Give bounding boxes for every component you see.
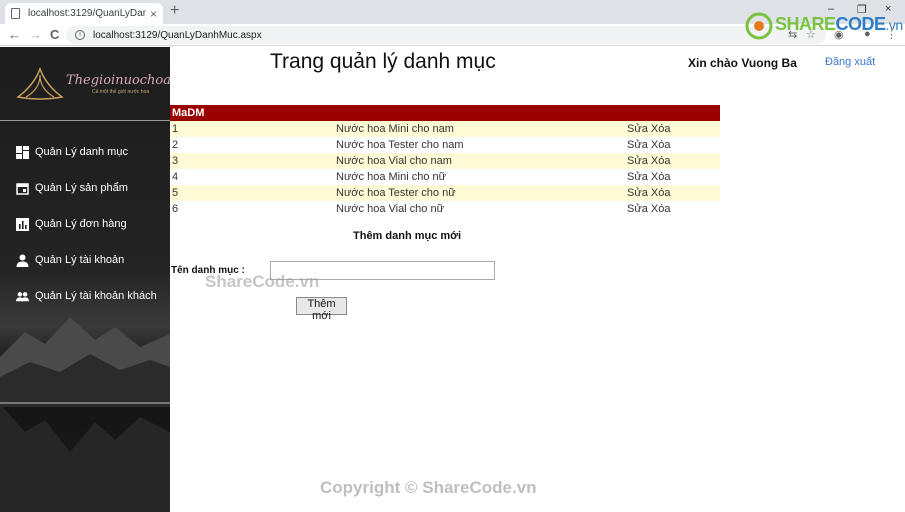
row-name: Nước hoa Tester cho nữ (334, 185, 625, 201)
person-icon (16, 254, 29, 267)
tab-close-icon[interactable]: × (150, 7, 157, 21)
calendar-icon (16, 182, 29, 195)
edit-link[interactable]: Sửa (627, 187, 648, 199)
tab-title: localhost:3129/QuanLyDanhMuc (28, 8, 146, 19)
row-id: 1 (170, 121, 334, 137)
sidebar-item-accounts[interactable]: Quản Lý tài khoản (0, 242, 170, 278)
row-name: Nước hoa Mini cho nữ (336, 171, 446, 183)
row-actions: Sửa Xóa (625, 201, 720, 217)
edit-link[interactable]: Sửa (627, 171, 648, 183)
table-header-row: MaDM (170, 105, 720, 121)
sidebar-item-categories[interactable]: Quản Lý danh mục (0, 134, 170, 170)
edit-link[interactable]: Sửa (627, 123, 648, 135)
sidebar-item-label: Quản Lý tài khoản (35, 254, 125, 266)
table-header-actions (625, 105, 720, 121)
sidebar-nav: Quản Lý danh mục Quản Lý sản phẩm Quản L… (0, 134, 170, 314)
back-button[interactable]: ← (8, 27, 21, 42)
sharecode-brand: SHARECODE.vn (775, 14, 903, 34)
table-row: 1 Nước hoa Mini cho nam Sửa Xóa (170, 121, 720, 137)
row-name: Nước hoa Vial cho nữ (336, 203, 444, 215)
address-url: localhost:3129/QuanLyDanhMuc.aspx (93, 29, 262, 41)
row-id: 4 (172, 171, 179, 183)
row-actions: Sửa Xóa (625, 137, 720, 153)
delete-link[interactable]: Xóa (651, 123, 671, 135)
table-row: 5 Nước hoa Tester cho nữ Sửa Xóa (170, 185, 720, 201)
sidebar-item-label: Quản Lý danh mục (35, 146, 128, 158)
info-icon[interactable]: i (75, 30, 85, 40)
bar-chart-icon (16, 217, 29, 231)
page-title: Trang quản lý danh mục (270, 50, 496, 73)
add-category-title: Thêm danh mục mới (353, 230, 462, 242)
delete-link[interactable]: Xóa (651, 139, 671, 151)
logout-link[interactable]: Đăng xuất (825, 56, 875, 68)
row-name: Nước hoa Tester cho nam (336, 139, 464, 151)
table-row: 6 Nước hoa Vial cho nữ Sửa Xóa (170, 201, 720, 217)
delete-link[interactable]: Xóa (651, 155, 671, 167)
row-name: Nước hoa Vial cho nam (334, 153, 625, 169)
row-id: 2 (172, 139, 179, 151)
add-category-button[interactable]: Thêm mới (296, 297, 347, 322)
table-header-id: MaDM (170, 105, 334, 121)
table-row: 2 Nước hoa Tester cho nam Sửa Xóa (170, 137, 720, 153)
mountain-background-icon (0, 317, 170, 512)
logo-text: Thegioinuochoa (66, 73, 170, 88)
people-icon (16, 291, 29, 301)
new-tab-button[interactable]: + (170, 2, 179, 20)
row-actions: Sửa Xóa (625, 153, 720, 169)
logo-tagline: Cả một thế giới nước hoa (92, 89, 150, 95)
row-name: Nước hoa Mini cho nam (334, 121, 625, 137)
category-table: MaDM 1 Nước hoa Mini cho nam Sửa Xóa 2 N… (170, 105, 720, 217)
sidebar-item-orders[interactable]: Quản Lý đơn hàng (0, 206, 170, 242)
delete-link[interactable]: Xóa (651, 203, 671, 215)
table-row: 3 Nước hoa Vial cho nam Sửa Xóa (170, 153, 720, 169)
browser-tab[interactable]: localhost:3129/QuanLyDanhMuc × (5, 3, 163, 24)
address-bar[interactable]: i localhost:3129/QuanLyDanhMuc.aspx (66, 26, 826, 44)
greeting-text: Xin chào Vuong Ba (688, 56, 797, 70)
row-id: 6 (172, 203, 179, 215)
edit-link[interactable]: Sửa (627, 139, 648, 151)
watermark-copyright: Copyright © ShareCode.vn (320, 478, 537, 497)
row-actions: Sửa Xóa (625, 121, 720, 137)
row-actions: Sửa Xóa (625, 169, 720, 185)
row-id: 3 (170, 153, 334, 169)
sidebar: Thegioinuochoa Cả một thế giới nước hoa … (0, 47, 170, 512)
sidebar-item-customer-accounts[interactable]: Quản Lý tài khoản khách (0, 278, 170, 314)
sidebar-item-label: Quản Lý sản phẩm (35, 182, 128, 194)
row-actions: Sửa Xóa (625, 185, 720, 201)
row-id: 5 (170, 185, 334, 201)
table-header-name (334, 105, 625, 121)
delete-link[interactable]: Xóa (651, 171, 671, 183)
edit-link[interactable]: Sửa (627, 203, 648, 215)
delete-link[interactable]: Xóa (651, 187, 671, 199)
sidebar-divider (0, 120, 170, 121)
edit-link[interactable]: Sửa (627, 155, 648, 167)
dashboard-icon (16, 145, 29, 159)
watermark-middle: ShareCode.vn (205, 272, 320, 291)
reload-button[interactable]: C (50, 27, 59, 42)
sidebar-item-label: Quản Lý đơn hàng (35, 218, 127, 230)
page-icon (11, 8, 20, 19)
sidebar-item-products[interactable]: Quản Lý sản phẩm (0, 170, 170, 206)
sidebar-item-label: Quản Lý tài khoản khách (35, 290, 157, 302)
forward-button[interactable]: → (29, 27, 42, 42)
table-row: 4 Nước hoa Mini cho nữ Sửa Xóa (170, 169, 720, 185)
